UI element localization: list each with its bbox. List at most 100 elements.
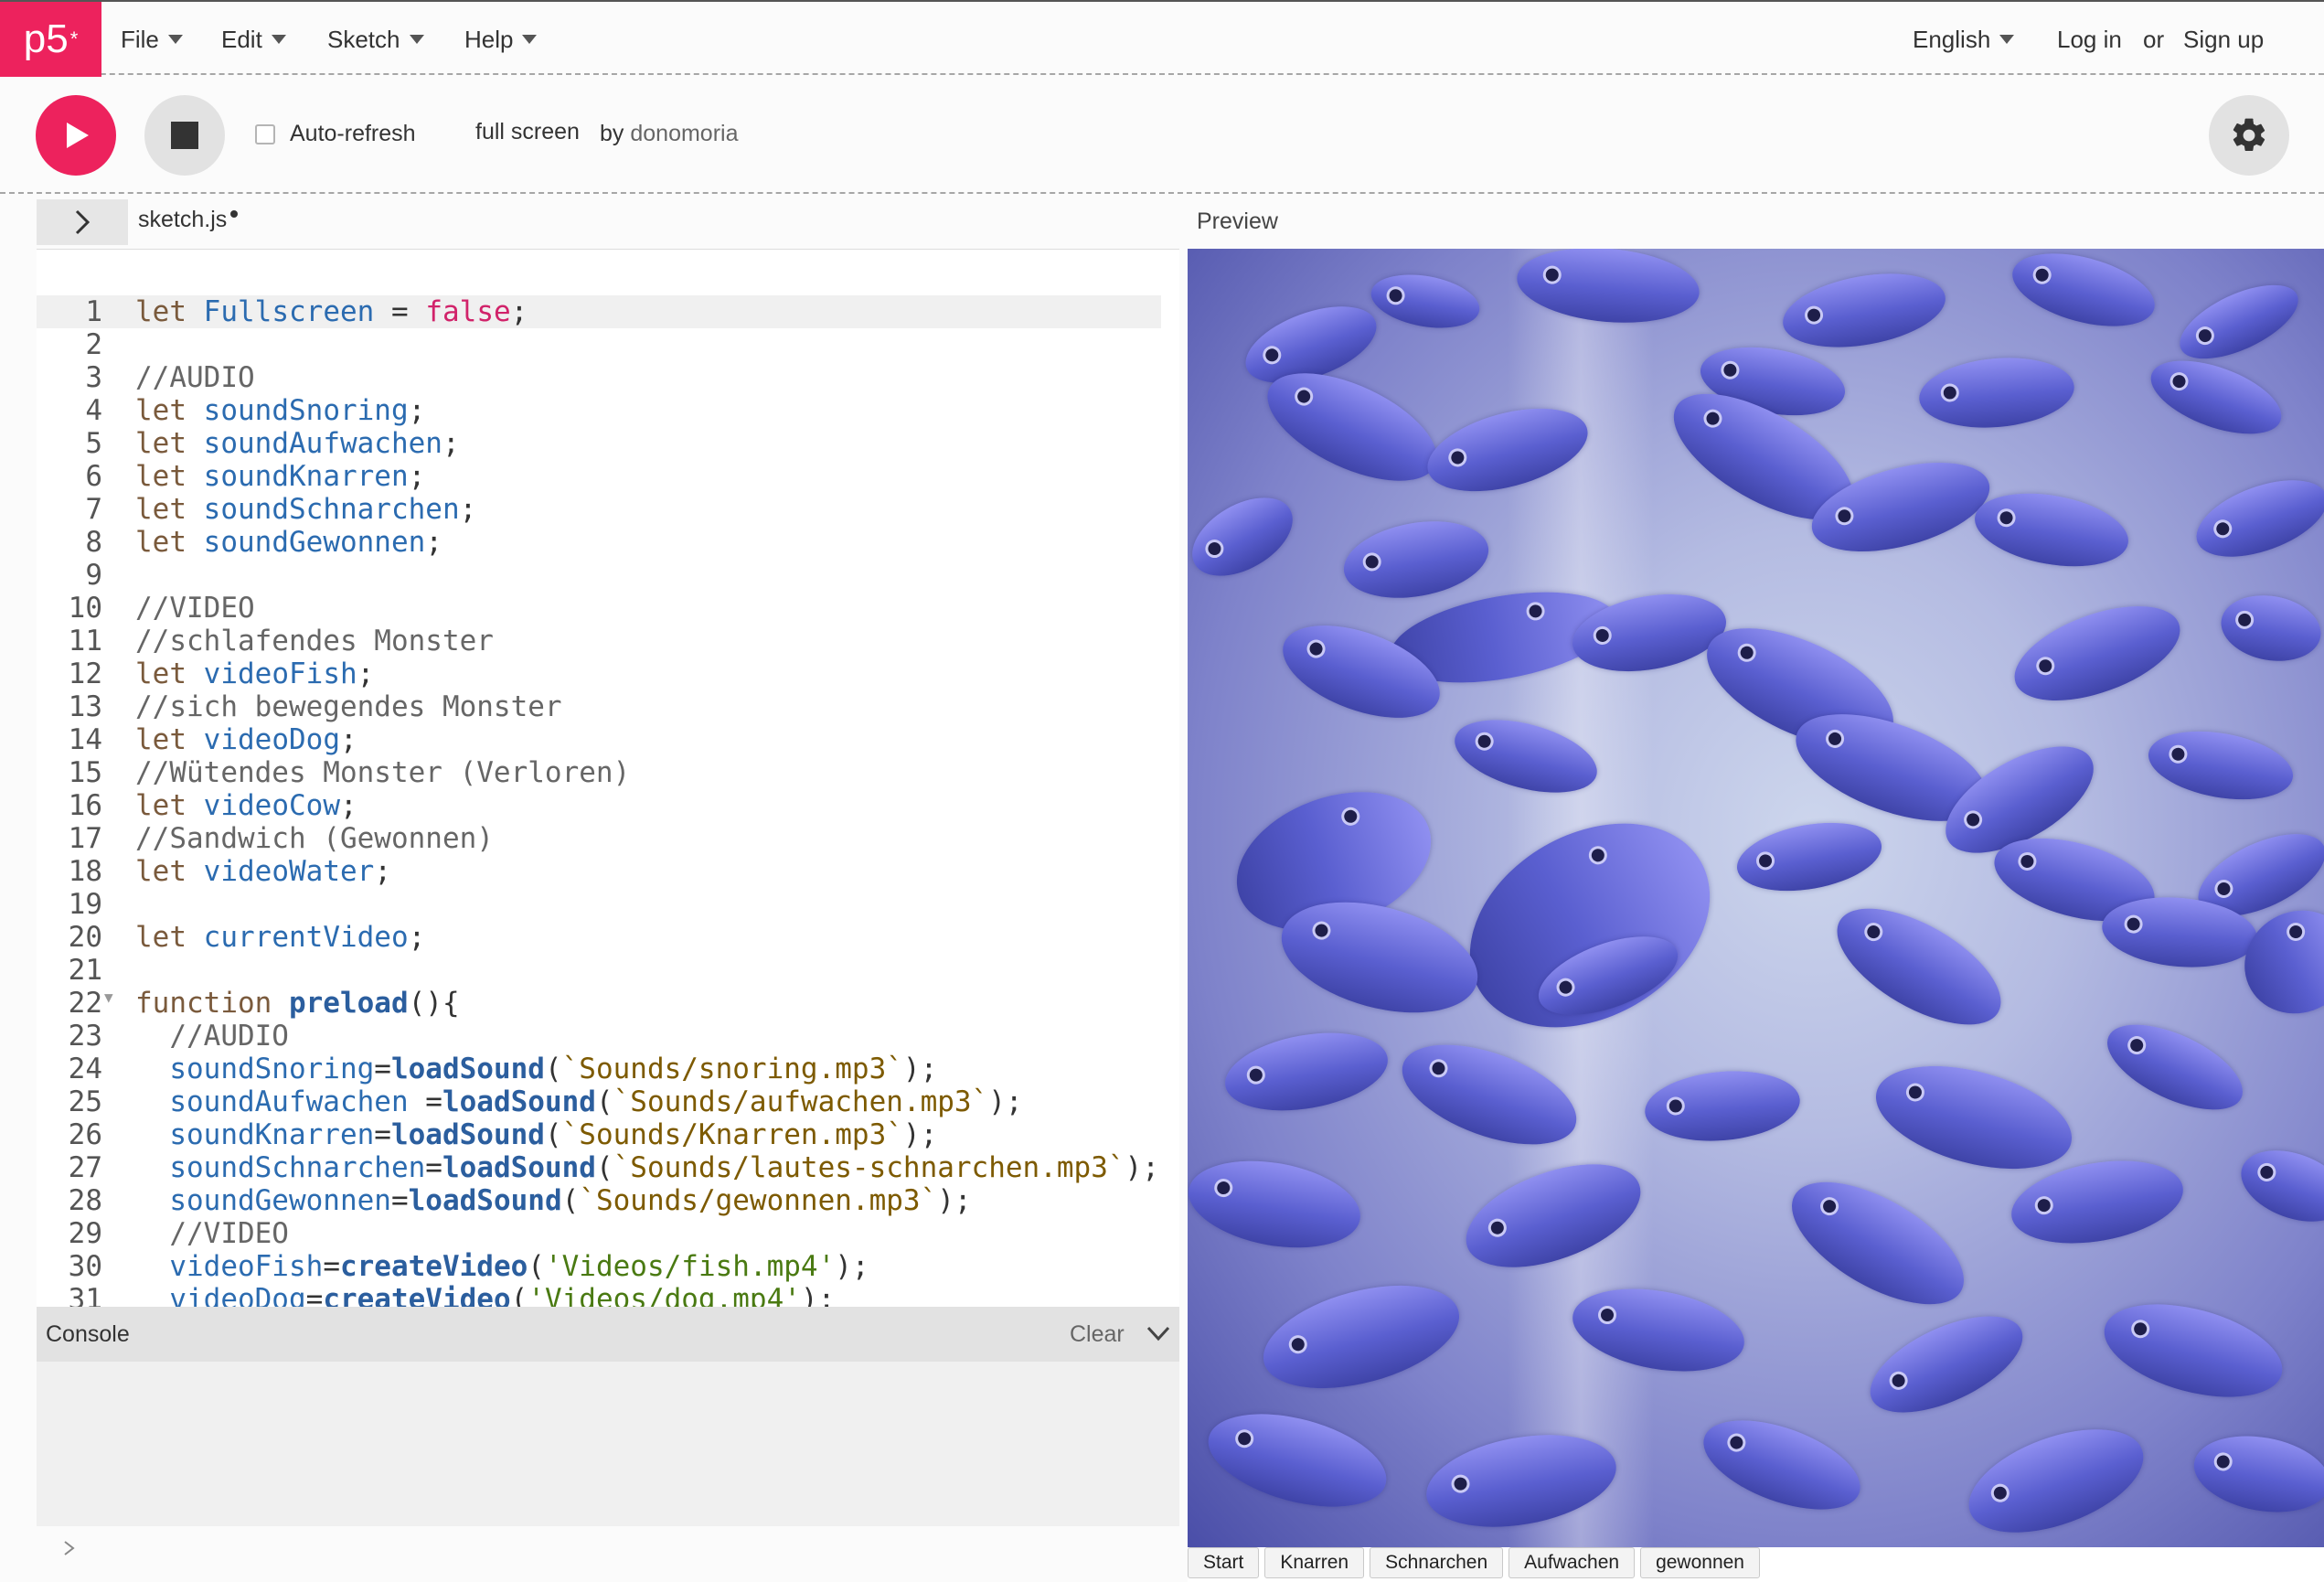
code-line[interactable]: 29 //VIDEO <box>37 1217 1161 1250</box>
code-line[interactable]: 17 //Sandwich (Gewonnen) <box>37 822 1161 855</box>
line-number: 22 <box>68 987 102 1020</box>
code-text: let soundGewonnen; <box>135 526 442 559</box>
code-text: //AUDIO <box>135 1020 289 1053</box>
gewonnen-button[interactable]: gewonnen <box>1640 1547 1760 1578</box>
file-tab[interactable]: sketch.js <box>138 207 239 233</box>
author-link[interactable]: donomoria <box>630 121 738 146</box>
code-text: //VIDEO <box>135 592 255 625</box>
line-number: 28 <box>68 1184 102 1217</box>
line-number: 20 <box>68 921 102 954</box>
line-number: 7 <box>85 493 102 526</box>
code-line[interactable]: 23 //AUDIO <box>37 1020 1161 1053</box>
preview-canvas[interactable] <box>1188 249 2324 1547</box>
sketch-byline: by donomoria <box>600 121 739 147</box>
line-number: 23 <box>68 1020 102 1053</box>
line-number: 10 <box>68 592 102 625</box>
code-line[interactable]: 11 //schlafendes Monster <box>37 625 1161 657</box>
code-line[interactable]: 22 ▼ function preload(){ <box>37 987 1161 1020</box>
code-line[interactable]: 12 let videoFish; <box>37 657 1161 690</box>
code-line[interactable]: 13 //sich bewegendes Monster <box>37 690 1161 723</box>
stop-button[interactable] <box>144 95 225 176</box>
code-line[interactable]: 1 let Fullscreen = false; <box>37 295 1161 328</box>
login-link[interactable]: Log in <box>2057 2 2122 77</box>
code-text: let soundAufwachen; <box>135 427 460 460</box>
code-line[interactable]: 14 let videoDog; <box>37 723 1161 756</box>
code-lines[interactable]: 1 let Fullscreen = false; 2 3 //AUDIO 4 let so… <box>37 295 1161 1307</box>
menu-file[interactable]: File <box>121 2 183 77</box>
knarren-button[interactable]: Knarren <box>1264 1547 1365 1578</box>
code-text: let soundKnarren; <box>135 460 426 493</box>
code-line[interactable]: 19 <box>37 888 1161 921</box>
menu-help-label: Help <box>464 25 514 53</box>
code-line[interactable]: 7 let soundSchnarchen; <box>37 493 1161 526</box>
code-text: let soundSnoring; <box>135 394 426 427</box>
line-number: 4 <box>85 394 102 427</box>
console-collapse-button[interactable] <box>1145 1320 1172 1352</box>
code-line[interactable]: 28 soundGewonnen=loadSound(`Sounds/gewon… <box>37 1184 1161 1217</box>
language-select[interactable]: English <box>1913 2 2015 77</box>
code-text: let videoCow; <box>135 789 357 822</box>
play-button[interactable] <box>36 95 116 176</box>
menu-sketch[interactable]: Sketch <box>327 2 424 77</box>
menu-sketch-label: Sketch <box>327 25 400 53</box>
code-editor[interactable]: 1 let Fullscreen = false; 2 3 //AUDIO 4 let so… <box>37 249 1179 1307</box>
code-line[interactable]: 10 //VIDEO <box>37 592 1161 625</box>
code-text: videoDog=createVideo('Videos/dog.mp4'); <box>169 1283 836 1307</box>
code-line[interactable]: 27 soundSchnarchen=loadSound(`Sounds/lau… <box>37 1151 1161 1184</box>
code-line[interactable]: 25 soundAufwachen =loadSound(`Sounds/auf… <box>37 1085 1161 1118</box>
autorefresh-checkbox[interactable] <box>255 123 275 144</box>
code-text: soundAufwachen =loadSound(`Sounds/aufwac… <box>169 1085 1023 1118</box>
code-line[interactable]: 6 let soundKnarren; <box>37 460 1161 493</box>
fold-arrow-icon[interactable]: ▼ <box>104 981 113 1014</box>
code-line[interactable]: 8 let soundGewonnen; <box>37 526 1161 559</box>
code-line[interactable]: 31 videoDog=createVideo('Videos/dog.mp4'… <box>37 1283 1161 1307</box>
by-label: by <box>600 121 624 146</box>
code-line[interactable]: 3 //AUDIO <box>37 361 1161 394</box>
caret-down-icon <box>522 35 538 44</box>
schnarchen-button[interactable]: Schnarchen <box>1370 1547 1504 1578</box>
line-number: 12 <box>68 657 102 690</box>
code-line[interactable]: 4 let soundSnoring; <box>37 394 1161 427</box>
or-text: or <box>2143 2 2164 77</box>
line-number: 26 <box>68 1118 102 1151</box>
code-line[interactable]: 20 let currentVideo; <box>37 921 1161 954</box>
code-line[interactable]: 26 soundKnarren=loadSound(`Sounds/Knarre… <box>37 1118 1161 1151</box>
code-line[interactable]: 30 videoFish=createVideo('Videos/fish.mp… <box>37 1250 1161 1283</box>
code-line[interactable]: 21 <box>37 954 1161 987</box>
caret-down-icon <box>1999 35 2015 44</box>
code-text: //schlafendes Monster <box>135 625 494 657</box>
line-number: 21 <box>68 954 102 987</box>
toolbar: Auto-refresh full screen by donomoria <box>0 77 2324 194</box>
code-line[interactable]: 15 //Wütendes Monster (Verloren) <box>37 756 1161 789</box>
signup-link[interactable]: Sign up <box>2183 2 2264 77</box>
start-button[interactable]: Start <box>1188 1547 1260 1578</box>
sketch-name[interactable]: full screen <box>475 119 580 145</box>
aufwachen-button[interactable]: Aufwachen <box>1508 1547 1636 1578</box>
code-line[interactable]: 5 let soundAufwachen; <box>37 427 1161 460</box>
chevron-down-icon <box>1146 1326 1170 1341</box>
console-prompt-icon <box>62 1537 77 1564</box>
menu-edit[interactable]: Edit <box>221 2 286 77</box>
autorefresh-label: Auto-refresh <box>290 121 416 146</box>
chevron-right-icon <box>75 209 91 235</box>
code-line[interactable]: 2 <box>37 328 1161 361</box>
menu-help[interactable]: Help <box>464 2 538 77</box>
p5-logo[interactable]: p5 * <box>0 2 101 77</box>
or-label: or <box>2143 25 2165 53</box>
autorefresh-toggle[interactable]: Auto-refresh <box>255 121 416 147</box>
code-line[interactable]: 24 soundSnoring=loadSound(`Sounds/snorin… <box>37 1053 1161 1085</box>
console-title: Console <box>46 1321 130 1347</box>
settings-button[interactable] <box>2209 95 2289 176</box>
line-number: 9 <box>85 559 102 592</box>
logo-asterisk: * <box>69 27 79 50</box>
play-icon <box>67 123 89 148</box>
sidebar-toggle-button[interactable] <box>37 199 128 245</box>
code-text: let soundSchnarchen; <box>135 493 477 526</box>
console-input[interactable] <box>37 1526 1179 1582</box>
console-clear-button[interactable]: Clear <box>1070 1321 1125 1348</box>
code-line[interactable]: 9 <box>37 559 1161 592</box>
line-number: 19 <box>68 888 102 921</box>
code-line[interactable]: 18 let videoWater; <box>37 855 1161 888</box>
top-nav: p5 * File Edit Sketch Help English Log in… <box>0 0 2324 77</box>
code-line[interactable]: 16 let videoCow; <box>37 789 1161 822</box>
